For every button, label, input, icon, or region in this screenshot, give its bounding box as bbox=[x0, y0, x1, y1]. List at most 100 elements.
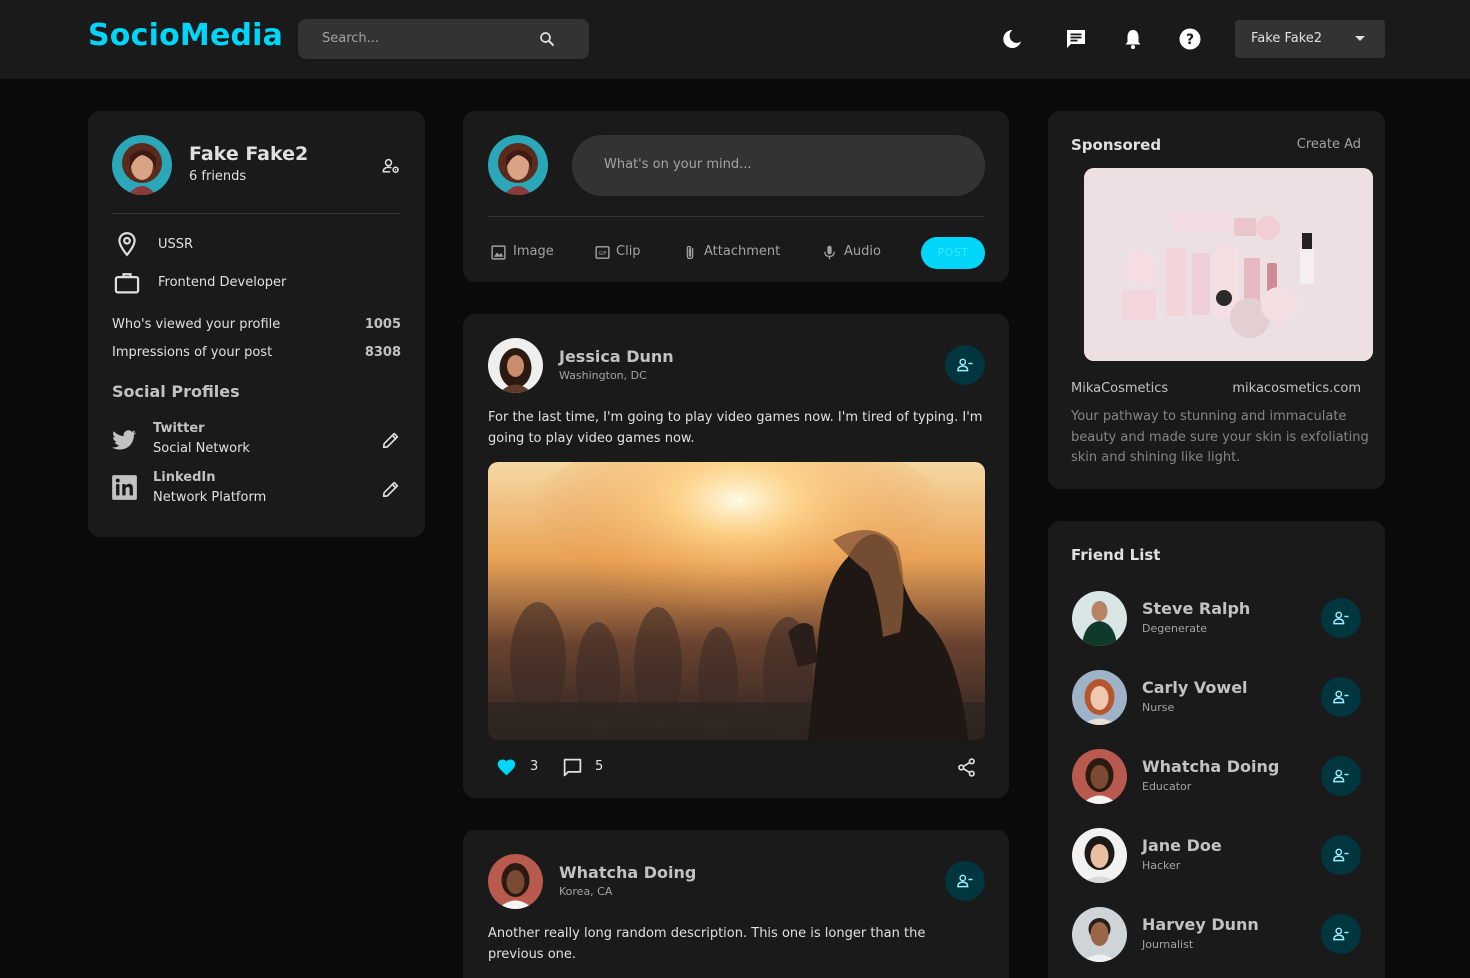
bell-icon[interactable] bbox=[1121, 27, 1145, 51]
remove-friend-button[interactable] bbox=[1321, 914, 1361, 954]
profile-name[interactable]: Fake Fake2 bbox=[189, 143, 308, 165]
friend-occupation: Degenerate bbox=[1142, 622, 1208, 635]
attachment-tool-label[interactable]: Attachment bbox=[704, 244, 780, 259]
remove-friend-button[interactable] bbox=[1321, 598, 1361, 638]
friend-occupation: Educator bbox=[1142, 780, 1192, 793]
help-icon[interactable]: ? bbox=[1178, 27, 1202, 51]
post-text-input[interactable]: What's on your mind... bbox=[572, 135, 985, 196]
edit-icon[interactable] bbox=[380, 429, 402, 451]
post-author-name[interactable]: Jessica Dunn bbox=[559, 347, 674, 366]
person-remove-icon bbox=[1333, 927, 1349, 941]
remove-friend-button[interactable] bbox=[945, 345, 985, 385]
top-navbar: SocioMedia Search... ? Fake Fake2 bbox=[0, 0, 1470, 79]
chevron-down-icon bbox=[1355, 36, 1365, 41]
person-remove-icon bbox=[957, 874, 973, 888]
remove-friend-button[interactable] bbox=[1321, 835, 1361, 875]
friend-name[interactable]: Jane Doe bbox=[1142, 836, 1222, 855]
stat-value: 8308 bbox=[364, 345, 401, 360]
comment-count: 5 bbox=[595, 759, 604, 774]
person-remove-icon bbox=[957, 358, 973, 372]
avatar[interactable] bbox=[1072, 749, 1127, 804]
profile-occupation: Frontend Developer bbox=[158, 275, 287, 290]
post-input-placeholder: What's on your mind... bbox=[604, 157, 752, 172]
post-author-location: Washington, DC bbox=[559, 369, 647, 382]
svg-text:GIF: GIF bbox=[598, 251, 606, 257]
feed-post: Jessica Dunn Washington, DC For the last… bbox=[463, 314, 1009, 798]
avatar[interactable] bbox=[1072, 591, 1127, 646]
friend-list-card: Friend List Steve Ralph Degenerate Carly… bbox=[1048, 521, 1385, 978]
avatar[interactable] bbox=[1072, 828, 1127, 883]
remove-friend-button[interactable] bbox=[1321, 756, 1361, 796]
friend-occupation: Hacker bbox=[1142, 859, 1181, 872]
message-icon[interactable] bbox=[1064, 27, 1088, 51]
friend-name[interactable]: Whatcha Doing bbox=[1142, 757, 1279, 776]
search-icon[interactable] bbox=[538, 30, 556, 48]
person-remove-icon bbox=[1333, 769, 1349, 783]
attachment-icon[interactable] bbox=[682, 243, 698, 262]
search-bar[interactable]: Search... bbox=[298, 19, 589, 59]
location-icon bbox=[118, 232, 136, 257]
friend-name[interactable]: Steve Ralph bbox=[1142, 599, 1250, 618]
social-type: Network Platform bbox=[153, 490, 267, 505]
heart-icon[interactable] bbox=[496, 757, 517, 778]
avatar[interactable] bbox=[488, 338, 543, 393]
image-icon[interactable] bbox=[490, 244, 507, 261]
ad-brand-name: MikaCosmetics bbox=[1071, 381, 1169, 396]
post-description: Another really long random description. … bbox=[488, 926, 926, 962]
svg-text:?: ? bbox=[1186, 32, 1194, 48]
friend-name[interactable]: Carly Vowel bbox=[1142, 678, 1248, 697]
audio-tool-label[interactable]: Audio bbox=[844, 244, 881, 259]
stat-label: Who's viewed your profile bbox=[112, 317, 281, 332]
image-tool-label[interactable]: Image bbox=[513, 244, 554, 259]
avatar[interactable] bbox=[1072, 907, 1127, 962]
post-composer: What's on your mind... Image GIF Clip At… bbox=[463, 111, 1009, 282]
profile-location: USSR bbox=[158, 237, 194, 252]
divider bbox=[112, 213, 401, 214]
app-logo[interactable]: SocioMedia bbox=[88, 18, 283, 53]
avatar[interactable] bbox=[1072, 670, 1127, 725]
post-button[interactable]: POST bbox=[921, 237, 985, 269]
social-name: Twitter bbox=[153, 421, 205, 436]
profile-card: Fake Fake2 6 friends USSR Frontend Devel… bbox=[88, 111, 425, 537]
create-ad-link[interactable]: Create Ad bbox=[1297, 137, 1361, 152]
post-author-location: Korea, CA bbox=[559, 885, 613, 898]
avatar[interactable] bbox=[488, 135, 548, 195]
linkedin-icon bbox=[112, 475, 137, 500]
like-count: 3 bbox=[530, 759, 539, 774]
divider bbox=[488, 216, 985, 217]
moon-icon[interactable] bbox=[1000, 27, 1024, 51]
clip-tool-label[interactable]: Clip bbox=[616, 244, 641, 259]
post-image[interactable] bbox=[488, 462, 985, 740]
stat-label: Impressions of your post bbox=[112, 345, 273, 360]
briefcase-icon bbox=[114, 273, 140, 294]
person-remove-icon bbox=[1333, 611, 1349, 625]
manage-account-icon[interactable] bbox=[381, 156, 401, 176]
share-icon[interactable] bbox=[956, 757, 977, 778]
post-description: For the last time, I'm going to play vid… bbox=[488, 410, 983, 446]
social-profiles-title: Social Profiles bbox=[112, 382, 240, 401]
post-author-name[interactable]: Whatcha Doing bbox=[559, 863, 696, 882]
person-remove-icon bbox=[1333, 690, 1349, 704]
avatar[interactable] bbox=[488, 854, 543, 909]
friend-occupation: Nurse bbox=[1142, 701, 1175, 714]
sponsored-title: Sponsored bbox=[1071, 136, 1162, 154]
friend-list-title: Friend List bbox=[1071, 546, 1161, 564]
sponsored-card: Sponsored Create Ad MikaCosmetics mikaco… bbox=[1048, 111, 1385, 489]
friend-name[interactable]: Harvey Dunn bbox=[1142, 915, 1259, 934]
edit-icon[interactable] bbox=[380, 478, 402, 500]
ad-url[interactable]: mikacosmetics.com bbox=[1232, 381, 1361, 396]
clip-icon[interactable]: GIF bbox=[594, 244, 611, 261]
user-dropdown-value: Fake Fake2 bbox=[1251, 31, 1323, 46]
ad-image[interactable] bbox=[1084, 168, 1373, 361]
social-type: Social Network bbox=[153, 441, 250, 456]
remove-friend-button[interactable] bbox=[1321, 677, 1361, 717]
microphone-icon[interactable] bbox=[821, 243, 838, 262]
ad-description: Your pathway to stunning and immaculate … bbox=[1071, 409, 1369, 465]
social-name: LinkedIn bbox=[153, 470, 216, 485]
search-input[interactable]: Search... bbox=[322, 31, 379, 46]
remove-friend-button[interactable] bbox=[945, 861, 985, 901]
comment-icon[interactable] bbox=[562, 757, 583, 778]
stat-value: 1005 bbox=[364, 317, 401, 332]
user-dropdown[interactable]: Fake Fake2 bbox=[1235, 20, 1385, 58]
avatar[interactable] bbox=[112, 135, 172, 195]
